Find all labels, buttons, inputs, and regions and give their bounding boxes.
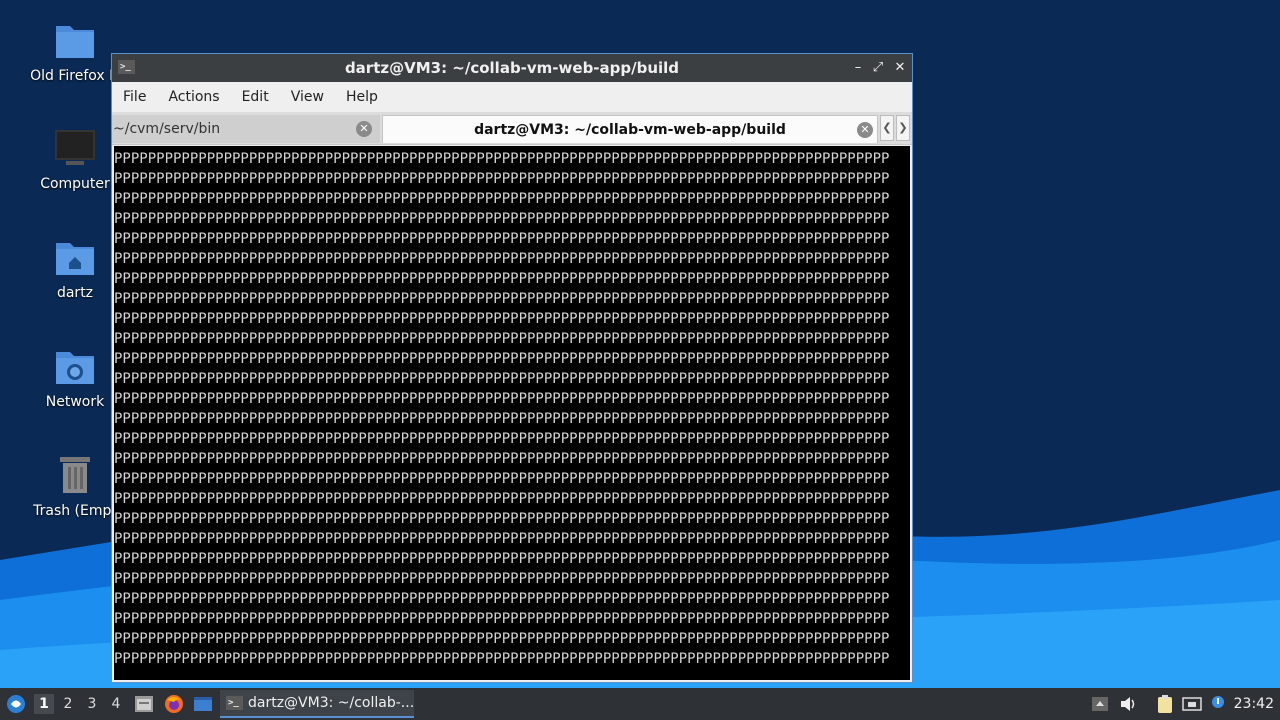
folder-icon [54,20,96,62]
notification-icon[interactable] [1208,694,1228,714]
terminal-line: PPPPPPPPPPPPPPPPPPPPPPPPPPPPPPPPPPPPPPPP… [114,311,889,327]
tab-scroll-left-icon[interactable]: ❮ [880,115,894,141]
close-icon[interactable]: ✕ [890,54,910,82]
terminal-line: PPPPPPPPPPPPPPPPPPPPPPPPPPPPPPPPPPPPPPPP… [114,371,889,387]
terminal-line: PPPPPPPPPPPPPPPPPPPPPPPPPPPPPPPPPPPPPPPP… [114,171,889,187]
terminal-line: PPPPPPPPPPPPPPPPPPPPPPPPPPPPPPPPPPPPPPPP… [114,331,889,347]
terminal-line: PPPPPPPPPPPPPPPPPPPPPPPPPPPPPPPPPPPPPPPP… [114,611,889,627]
menu-edit[interactable]: Edit [231,89,280,105]
terminal-line: PPPPPPPPPPPPPPPPPPPPPPPPPPPPPPPPPPPPPPPP… [114,631,889,647]
file-manager-icon[interactable] [134,694,154,714]
firefox-icon[interactable] [164,694,184,714]
tray-arrow-icon[interactable] [1090,694,1110,714]
terminal-line: PPPPPPPPPPPPPPPPPPPPPPPPPPPPPPPPPPPPPPPP… [114,551,889,567]
terminal-line: PPPPPPPPPPPPPPPPPPPPPPPPPPPPPPPPPPPPPPPP… [114,651,889,667]
tab-close-icon[interactable]: ✕ [857,122,873,138]
terminal-line: PPPPPPPPPPPPPPPPPPPPPPPPPPPPPPPPPPPPPPPP… [114,291,889,307]
tab-collab-build[interactable]: dartz@VM3: ~/collab-vm-web-app/build ✕ [382,115,878,143]
terminal-line: PPPPPPPPPPPPPPPPPPPPPPPPPPPPPPPPPPPPPPPP… [114,231,889,247]
network-folder-icon [54,346,96,388]
menu-bar: File Actions Edit View Help [112,82,912,112]
task-label: dartz@VM3: ~/collab-... [248,695,414,711]
window-title: dartz@VM3: ~/collab-vm-web-app/build [344,59,680,77]
menu-help[interactable]: Help [335,89,389,105]
terminal-line: PPPPPPPPPPPPPPPPPPPPPPPPPPPPPPPPPPPPPPPP… [114,491,889,507]
tab-close-icon[interactable]: ✕ [356,121,372,137]
terminal-line: PPPPPPPPPPPPPPPPPPPPPPPPPPPPPPPPPPPPPPPP… [114,411,889,427]
tab-label: dartz@VM3: ~/collab-vm-web-app/build [474,122,786,138]
terminal-icon: >_ [226,696,243,710]
terminal-line: PPPPPPPPPPPPPPPPPPPPPPPPPPPPPPPPPPPPPPPP… [114,531,889,547]
computer-icon [54,128,96,170]
network-tray-icon[interactable] [1182,694,1202,714]
workspace-1[interactable]: 1 [34,694,54,714]
tab-label: ~/cvm/serv/bin [113,121,221,137]
taskbar: 1 2 3 4 >_ dartz@VM3: ~/collab-... 23:42 [0,688,1280,720]
terminal-line: PPPPPPPPPPPPPPPPPPPPPPPPPPPPPPPPPPPPPPPP… [114,471,889,487]
start-menu-icon[interactable] [6,694,26,714]
terminal-line: PPPPPPPPPPPPPPPPPPPPPPPPPPPPPPPPPPPPPPPP… [114,251,889,267]
maximize-icon[interactable]: ⤢ [868,54,888,82]
tab-cvm-serv-bin[interactable]: ~/cvm/serv/bin ✕ [112,115,380,143]
terminal-output[interactable]: PPPPPPPPPPPPPPPPPPPPPPPPPPPPPPPPPPPPPPPP… [114,146,910,680]
terminal-line: PPPPPPPPPPPPPPPPPPPPPPPPPPPPPPPPPPPPPPPP… [114,591,889,607]
terminal-icon: >_ [118,60,135,74]
terminal-line: PPPPPPPPPPPPPPPPPPPPPPPPPPPPPPPPPPPPPPPP… [114,451,889,467]
terminal-line: PPPPPPPPPPPPPPPPPPPPPPPPPPPPPPPPPPPPPPPP… [114,391,889,407]
terminal-line: PPPPPPPPPPPPPPPPPPPPPPPPPPPPPPPPPPPPPPPP… [114,431,889,447]
terminal-line: PPPPPPPPPPPPPPPPPPPPPPPPPPPPPPPPPPPPPPPP… [114,511,889,527]
workspace-2[interactable]: 2 [58,694,78,714]
workspace-3[interactable]: 3 [82,694,102,714]
trash-icon [54,455,96,497]
taskbar-terminal-button[interactable]: >_ dartz@VM3: ~/collab-... [220,690,414,718]
minimize-icon[interactable]: – [848,54,868,82]
home-folder-icon [54,237,96,279]
menu-view[interactable]: View [280,89,335,105]
show-desktop-icon[interactable] [193,694,213,714]
terminal-line: PPPPPPPPPPPPPPPPPPPPPPPPPPPPPPPPPPPPPPPP… [114,191,889,207]
terminal-window: >_ dartz@VM3: ~/collab-vm-web-app/build … [111,53,913,683]
clipboard-icon[interactable] [1155,694,1175,714]
workspace-4[interactable]: 4 [106,694,126,714]
terminal-line: PPPPPPPPPPPPPPPPPPPPPPPPPPPPPPPPPPPPPPPP… [114,351,889,367]
terminal-line: PPPPPPPPPPPPPPPPPPPPPPPPPPPPPPPPPPPPPPPP… [114,571,889,587]
menu-file[interactable]: File [112,89,157,105]
menu-actions[interactable]: Actions [157,89,230,105]
volume-icon[interactable] [1118,694,1138,714]
terminal-line: PPPPPPPPPPPPPPPPPPPPPPPPPPPPPPPPPPPPPPPP… [114,211,889,227]
tab-bar: ~/cvm/serv/bin ✕ dartz@VM3: ~/collab-vm-… [112,112,912,145]
terminal-line: PPPPPPPPPPPPPPPPPPPPPPPPPPPPPPPPPPPPPPPP… [114,151,889,167]
clock: 23:42 [1233,696,1274,712]
window-titlebar[interactable]: >_ dartz@VM3: ~/collab-vm-web-app/build … [112,54,912,82]
terminal-line: PPPPPPPPPPPPPPPPPPPPPPPPPPPPPPPPPPPPPPPP… [114,271,889,287]
tab-scroll-right-icon[interactable]: ❯ [896,115,910,141]
